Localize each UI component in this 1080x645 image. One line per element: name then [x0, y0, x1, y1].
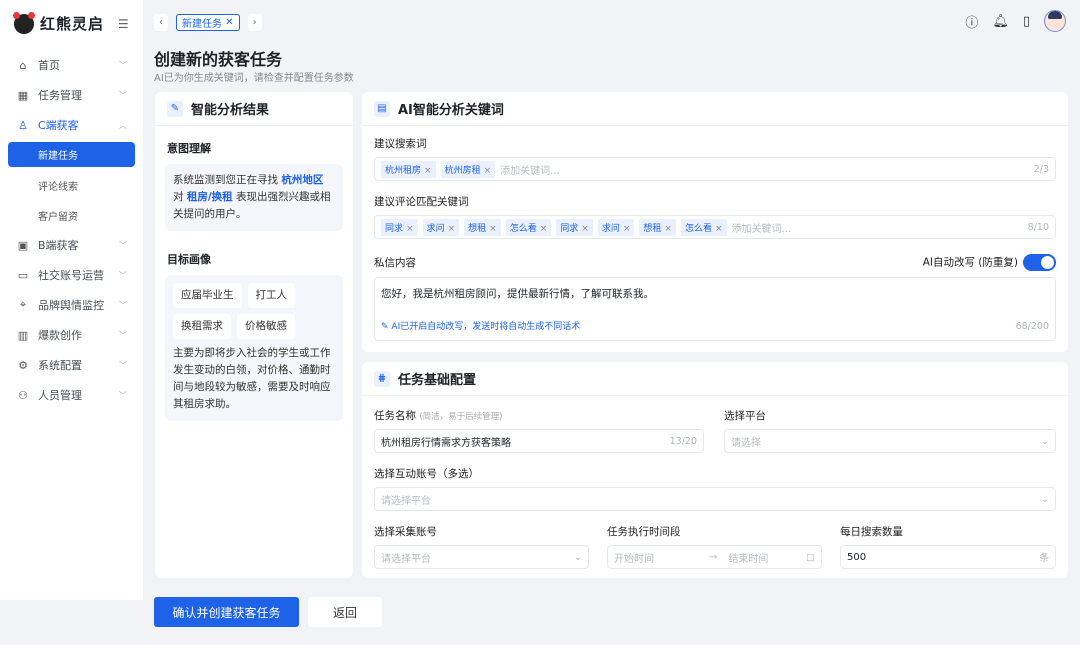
chevron-icon: ﹀ — [119, 390, 127, 401]
sidebar-item[interactable]: ♙C端获客︿ — [0, 110, 143, 140]
config-card: ⋕任务基础配置 任务名称 (简洁，易于后续管理) 杭州租房行情需求方获客策略13… — [362, 362, 1068, 578]
remove-tag-icon[interactable]: × — [581, 224, 589, 234]
analysis-card: ✎智能分析结果 意图理解 系统监测到您正在寻找 杭州地区 对 租房/换租 表现出… — [155, 92, 353, 578]
chevron-icon: ﹀ — [119, 60, 127, 71]
page-title: 创建新的获客任务 — [154, 46, 282, 70]
remove-tag-icon[interactable]: × — [489, 224, 497, 234]
daily-search-input[interactable]: 500条 — [840, 545, 1056, 569]
user-add-icon: ♙ — [16, 119, 30, 132]
sliders-icon: ⋕ — [374, 371, 390, 387]
chevron-icon: ﹀ — [119, 330, 127, 341]
sidebar-item[interactable]: ▣B端获客﹀ — [0, 230, 143, 260]
tab-new-task[interactable]: 新建任务 ✕ — [176, 14, 240, 31]
intent-box: 系统监测到您正在寻找 杭州地区 对 租房/换租 表现出强烈兴趣或相关提问的用户。 — [165, 164, 343, 231]
comment-keywords-input[interactable]: 同求×求问×想租×怎么看×同求×求问×想租×怎么看×添加关键词...8/10 — [374, 215, 1056, 239]
chevron-icon: ﹀ — [119, 240, 127, 251]
ai-doc-icon: ▤ — [374, 101, 390, 117]
settings-icon: ⚙ — [16, 359, 30, 372]
magic-wand-icon: ✎ — [167, 101, 183, 117]
keyword-tag: 同求× — [381, 219, 418, 236]
interact-account-select[interactable]: 请选择平台⌄ — [374, 487, 1056, 511]
remove-tag-icon[interactable]: × — [664, 224, 672, 234]
tab-bar: ‹ 新建任务 ✕ › — [154, 14, 262, 31]
avatar[interactable] — [1044, 10, 1066, 32]
sidebar-item[interactable]: ▭社交账号运营﹀ — [0, 260, 143, 290]
bookmark-icon[interactable]: ▯ — [1023, 14, 1030, 29]
keyword-tag: 同求× — [556, 219, 593, 236]
sidebar-item[interactable]: ▥爆款创作﹀ — [0, 320, 143, 350]
keywords-card: ▤AI智能分析关键词 建议搜索词 杭州租房×杭州房租×添加关键词...2/3 建… — [362, 92, 1068, 352]
remove-tag-icon[interactable]: × — [406, 224, 414, 234]
sidebar-item[interactable]: ⌖品牌舆情监控﹀ — [0, 290, 143, 320]
search-keywords-input[interactable]: 杭州租房×杭州房租×添加关键词...2/3 — [374, 157, 1056, 181]
persona-tag: 打工人 — [248, 283, 296, 308]
sidebar-subitem[interactable]: 客户留资 — [0, 200, 143, 230]
chevron-icon: ﹀ — [119, 300, 127, 311]
remove-tag-icon[interactable]: × — [448, 224, 456, 234]
chevron-icon: ﹀ — [119, 360, 127, 371]
tab-prev-button[interactable]: ‹ — [154, 14, 168, 31]
sidebar-item[interactable]: ⚙系统配置﹀ — [0, 350, 143, 380]
keyword-tag: 杭州房租× — [441, 161, 496, 178]
keyword-tag: 求问× — [423, 219, 460, 236]
calendar-icon: ▢ — [806, 552, 815, 563]
chevron-icon: ﹀ — [119, 270, 127, 281]
magic-wand-icon: ✎ — [381, 322, 389, 332]
target-icon: ⌖ — [16, 298, 30, 312]
logo: 红熊灵启 — [14, 13, 104, 34]
sidebar-item[interactable]: ⌂首页﹀ — [0, 50, 143, 80]
bear-logo-icon — [14, 14, 34, 34]
persona-tag: 应届毕业生 — [173, 283, 242, 308]
remove-tag-icon[interactable]: × — [540, 224, 548, 234]
enterprise-icon: ▣ — [16, 239, 30, 252]
keyword-tag: 杭州租房× — [381, 161, 436, 178]
chevron-down-icon: ⌄ — [574, 552, 582, 563]
back-button[interactable]: 返回 — [308, 597, 382, 627]
calendar-icon: ▦ — [16, 89, 30, 102]
remove-tag-icon[interactable]: × — [484, 166, 492, 176]
sidebar-item[interactable]: ⚇人员管理﹀ — [0, 380, 143, 410]
persona-box: 应届毕业生打工人换租需求价格敏感 主要为即将步入社会的学生或工作发生变动的白领，… — [165, 275, 343, 421]
sidebar-subitem[interactable]: 评论线索 — [0, 170, 143, 200]
keyword-tag: 怎么看× — [506, 219, 552, 236]
sidebar: 红熊灵启 ☰ ⌂首页﹀▦任务管理﹀♙C端获客︿新建任务评论线索客户留资▣B端获客… — [0, 0, 143, 600]
remove-tag-icon[interactable]: × — [623, 224, 631, 234]
platform-select[interactable]: 请选择⌄ — [724, 429, 1056, 453]
chevron-down-icon: ⌄ — [1041, 436, 1049, 447]
collapse-menu-icon[interactable]: ☰ — [118, 17, 129, 31]
persona-tag: 换租需求 — [173, 314, 231, 339]
chevron-icon: ︿ — [119, 120, 127, 131]
keyword-tag: 怎么看× — [681, 219, 727, 236]
bell-icon[interactable]: 🔔︎ — [992, 14, 1009, 29]
page-subtitle: AI已为你生成关键词，请检查并配置任务参数 — [154, 69, 354, 84]
dm-content-textarea[interactable]: 您好，我是杭州租房顾问，提供最新行情，了解可联系我。 ✎ AI已开启自动改写，发… — [374, 277, 1056, 341]
keyword-tag: 求问× — [598, 219, 635, 236]
sidebar-item[interactable]: ▦任务管理﹀ — [0, 80, 143, 110]
sidebar-subitem[interactable]: 新建任务 — [8, 142, 135, 167]
book-icon: ▥ — [16, 329, 30, 342]
chat-icon: ▭ — [16, 269, 30, 282]
chevron-down-icon: ⌄ — [1041, 494, 1049, 505]
home-icon: ⌂ — [16, 59, 30, 72]
help-icon[interactable]: ⓘ — [965, 12, 978, 31]
ai-rewrite-toggle[interactable] — [1023, 254, 1056, 271]
task-name-input[interactable]: 杭州租房行情需求方获客策略13/20 — [374, 429, 704, 453]
collect-account-select[interactable]: 请选择平台⌄ — [374, 545, 589, 569]
confirm-create-button[interactable]: 确认并创建获客任务 — [154, 597, 299, 627]
time-range-picker[interactable]: 开始时间→结束时间▢ — [607, 545, 822, 569]
chevron-icon: ﹀ — [119, 90, 127, 101]
persona-tag: 价格敏感 — [237, 314, 295, 339]
remove-tag-icon[interactable]: × — [424, 166, 432, 176]
close-icon[interactable]: ✕ — [225, 17, 233, 28]
tab-next-button[interactable]: › — [248, 14, 262, 31]
remove-tag-icon[interactable]: × — [715, 224, 723, 234]
keyword-tag: 想租× — [464, 219, 501, 236]
users-icon: ⚇ — [16, 389, 30, 402]
keyword-tag: 想租× — [639, 219, 676, 236]
arrow-right-icon: → — [709, 552, 717, 563]
